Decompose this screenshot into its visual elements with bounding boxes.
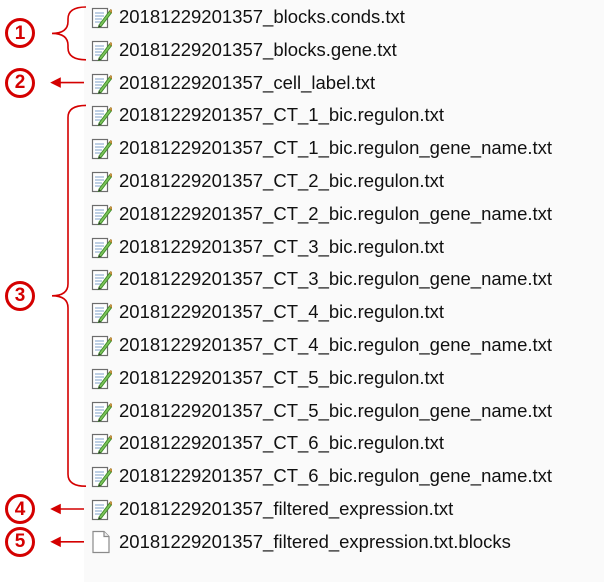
bracket-brace <box>51 104 87 487</box>
annotation-badge: 5 <box>5 526 35 557</box>
annotation-number: 3 <box>14 285 26 307</box>
arrowhead-icon <box>50 77 61 88</box>
annotation-overlay <box>50 6 87 548</box>
annotation-badge: 2 <box>5 67 35 98</box>
arrowhead-icon <box>50 503 61 515</box>
arrowhead-icon <box>50 536 61 548</box>
annotation-number: 2 <box>14 72 26 94</box>
bracket-brace <box>51 6 87 61</box>
annotation-number: 1 <box>14 22 26 44</box>
annotation-badge: 3 <box>5 280 35 311</box>
annotation-badge: 4 <box>5 494 35 524</box>
annotation-number: 4 <box>14 498 26 520</box>
annotated-file-list: 20181229201357_blocks.conds.txt 20181229… <box>0 0 604 582</box>
annotation-number: 5 <box>14 531 26 553</box>
